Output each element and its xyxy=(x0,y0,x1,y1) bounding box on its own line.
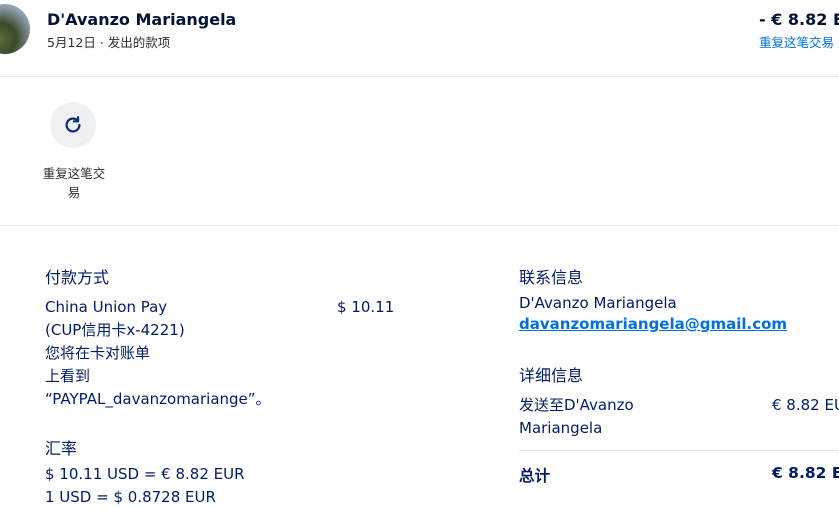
sent-amount: € 8.82 EUR xyxy=(772,396,839,414)
transaction-amount: - € 8.82 EUR xyxy=(759,10,839,29)
payment-method-line: “PAYPAL_davanzomariange”。 xyxy=(45,390,271,408)
repeat-transaction-button[interactable] xyxy=(50,102,96,148)
repeat-transaction-label[interactable]: 重复这笔交易 xyxy=(38,164,110,202)
payment-method-details: China Union Pay (CUP信用卡x-4221) 您将在卡对账单 上… xyxy=(45,296,325,411)
total-amount: € 8.82 EUR xyxy=(772,464,839,482)
payment-method-line: 上看到 xyxy=(45,367,91,385)
payment-method-amount: $ 10.11 xyxy=(337,298,395,316)
transaction-date-type: 5月12日 · 发出的款项 xyxy=(47,35,171,50)
contact-email-link[interactable]: davanzomariangela@gmail.com xyxy=(519,315,787,333)
exchange-rate-line: $ 10.11 USD = € 8.82 EUR xyxy=(45,465,245,483)
payment-method-title: 付款方式 xyxy=(45,268,110,287)
payment-method-line: China Union Pay xyxy=(45,298,168,316)
avatar xyxy=(0,4,30,54)
details-divider xyxy=(519,450,839,451)
payment-method-line: 您将在卡对账单 xyxy=(45,344,151,362)
repeat-transaction-link[interactable]: 重复这笔交易 xyxy=(759,32,834,51)
actions-divider xyxy=(0,225,839,226)
exchange-rate-line: 1 USD = $ 0.8728 EUR xyxy=(45,488,216,506)
refresh-icon xyxy=(65,116,81,133)
header-divider xyxy=(0,76,839,77)
details-title: 详细信息 xyxy=(519,366,584,385)
contact-name: D'Avanzo Mariangela xyxy=(519,294,677,312)
sent-to-line: 发送至D'Avanzo xyxy=(519,396,634,414)
sent-to-label: 发送至D'Avanzo Mariangela xyxy=(519,394,719,440)
exchange-rate-title: 汇率 xyxy=(45,439,78,458)
transaction-counterparty-name: D'Avanzo Mariangela xyxy=(47,10,237,29)
total-label: 总计 xyxy=(519,467,551,485)
contact-info-title: 联系信息 xyxy=(519,268,584,287)
sent-to-line: Mariangela xyxy=(519,419,603,437)
payment-method-line: (CUP信用卡x-4221) xyxy=(45,321,185,339)
